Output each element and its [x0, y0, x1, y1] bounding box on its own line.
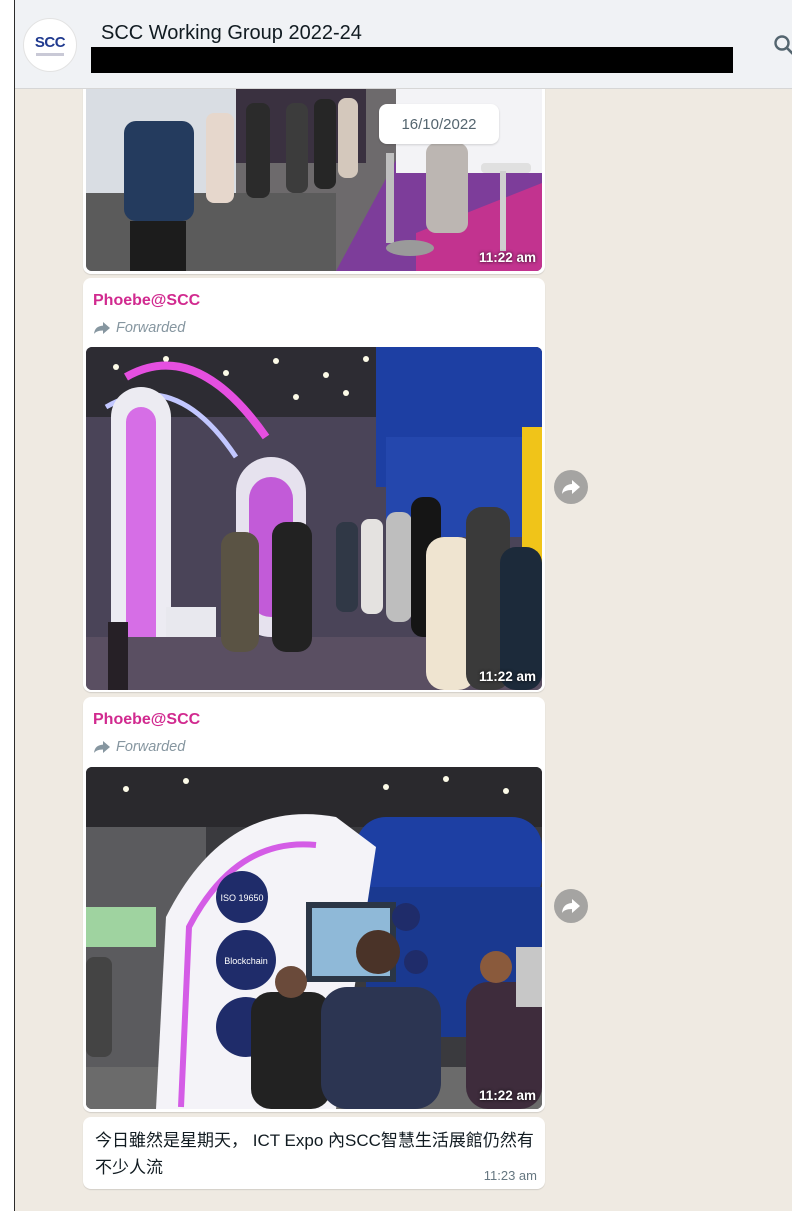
message-photo-3[interactable]: ISO 19650 Blockchain 11:22 am [86, 767, 542, 1109]
chat-title[interactable]: SCC Working Group 2022-24 [101, 22, 362, 45]
message-photo-2[interactable]: 11:22 am [86, 347, 542, 690]
sign-blockchain: Blockchain [224, 956, 268, 966]
forwarded-label: Forwarded [93, 739, 185, 755]
forwarded-text: Forwarded [116, 320, 186, 336]
sender-name[interactable]: Phoebe@SCC [93, 711, 200, 729]
message-bubble-3[interactable]: Phoebe@SCC Forwarded ISO 19650 Blockchai… [83, 697, 545, 1112]
forward-button-icon[interactable] [554, 470, 588, 504]
message-time: 11:22 am [478, 669, 536, 684]
sender-name[interactable]: Phoebe@SCC [93, 292, 200, 310]
chat-window: SCC SCC Working Group 2022-24 11:22 am 1… [14, 0, 792, 1211]
message-bubble-2[interactable]: Phoebe@SCC Forwarded 11:22 am [83, 278, 545, 692]
forwarded-label: Forwarded [93, 320, 185, 336]
date-pill: 16/10/2022 [379, 104, 499, 144]
avatar-logo-text: SCC [34, 33, 66, 51]
forward-button-icon[interactable] [554, 889, 588, 923]
caption-bubble[interactable]: 今日雖然是星期天， ICT Expo 內SCC智慧生活展館仍然有不少人流 11:… [83, 1117, 545, 1189]
message-caption: 今日雖然是星期天， ICT Expo 內SCC智慧生活展館仍然有不少人流 [95, 1131, 534, 1177]
sign-iso: ISO 19650 [220, 893, 263, 903]
caption-time: 11:23 am [483, 1168, 537, 1183]
forwarded-text: Forwarded [116, 739, 186, 755]
forward-arrow-icon [94, 741, 110, 753]
chat-header[interactable]: SCC SCC Working Group 2022-24 [15, 0, 792, 89]
search-icon[interactable] [773, 34, 792, 56]
avatar-logo-subtext [36, 52, 64, 56]
message-time: 11:22 am [478, 250, 536, 265]
group-avatar[interactable]: SCC [23, 18, 77, 72]
message-time: 11:22 am [478, 1088, 536, 1103]
forward-arrow-icon [94, 322, 110, 334]
redaction-bar [91, 47, 733, 73]
